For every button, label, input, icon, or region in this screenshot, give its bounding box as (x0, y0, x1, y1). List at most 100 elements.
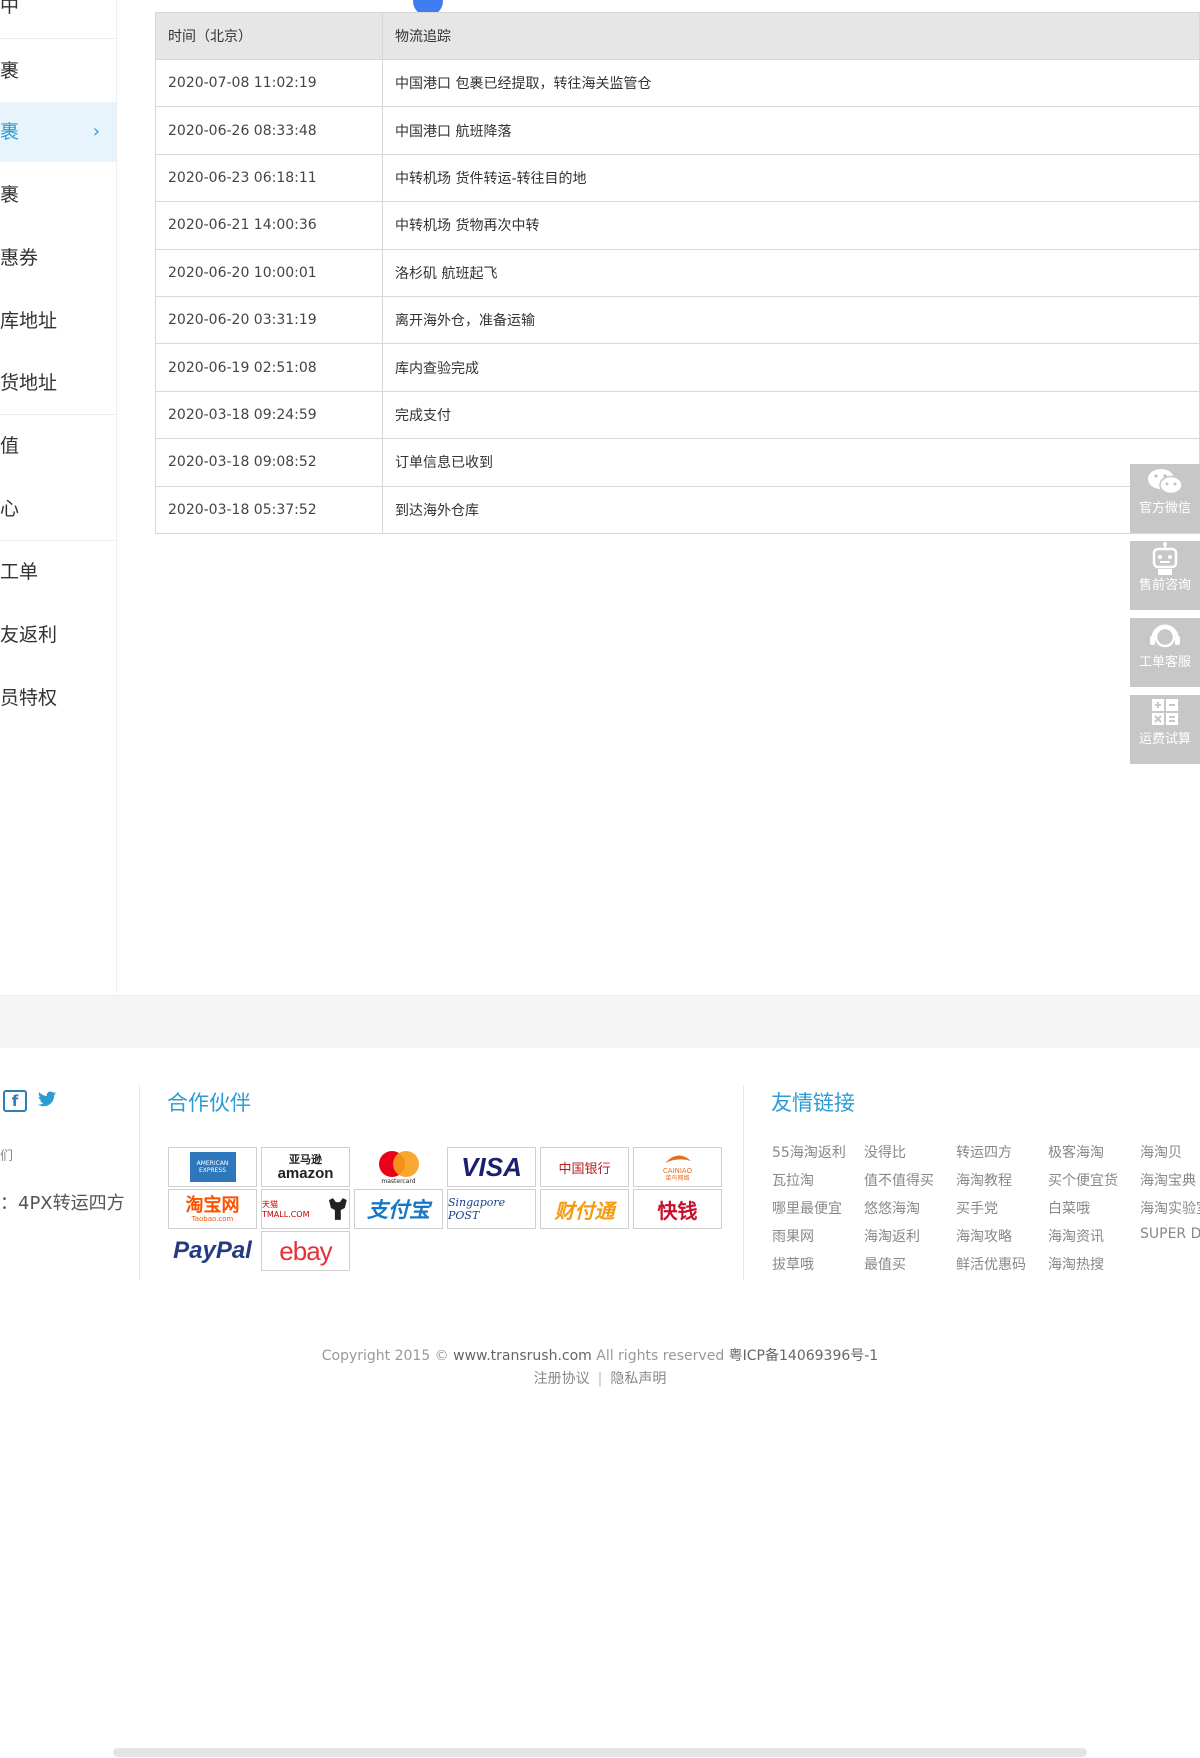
row-time: 2020-06-19 02:51:08 (155, 343, 383, 392)
friend-link[interactable]: 极客海淘 (1048, 1142, 1104, 1162)
sidebar-divider (0, 414, 116, 415)
sidebar-item-label: 货地址 (0, 372, 58, 394)
friend-link[interactable]: 海淘返利 (864, 1226, 920, 1246)
copyright-site-link[interactable]: www.transrush.com (453, 1348, 592, 1364)
row-time: 2020-03-18 09:24:59 (155, 390, 383, 440)
column-header-time: 时间（北京） (155, 12, 383, 60)
icp-number[interactable]: 粤ICP备14069396号-1 (729, 1348, 879, 1364)
table-row: 2020-06-23 06:18:11 中转机场 货件转运-转往目的地 (155, 153, 1200, 203)
row-status: 中国港口 航班降落 (382, 106, 1200, 155)
twitter-icon[interactable] (38, 1091, 56, 1107)
visa-logo[interactable]: VISA (447, 1147, 536, 1187)
friend-link[interactable]: 55海淘返利 (772, 1142, 846, 1162)
horizontal-scrollbar[interactable] (113, 1748, 1087, 1757)
tool-label: 工单客服 (1138, 655, 1191, 670)
sidebar-item-0[interactable]: 中 (0, 0, 116, 36)
amazon-logo[interactable]: 亚马逊 amazon (261, 1147, 350, 1187)
row-status: 中国港口 包裹已经提取，转往海关监管仓 (382, 58, 1200, 108)
friend-link[interactable]: 鲜活优惠码 (956, 1254, 1026, 1274)
legal-links: 注册协议 | 隐私声明 (0, 1368, 1200, 1388)
sidebar-item-label: 裹 (0, 184, 20, 206)
sidebar-item-8[interactable]: 心 (0, 479, 116, 539)
alipay-logo[interactable]: 支付宝 (354, 1189, 443, 1229)
sidebar-item-4[interactable]: 惠券 (0, 228, 116, 288)
friend-link[interactable]: 没得比 (864, 1142, 906, 1162)
row-status: 到达海外仓库 (382, 485, 1200, 534)
row-status: 中转机场 货物再次中转 (382, 201, 1200, 250)
friend-link[interactable]: SUPER D (1140, 1226, 1200, 1242)
sidebar-item-2-active[interactable]: 裹 › (0, 102, 116, 162)
friend-link[interactable]: 海淘攻略 (956, 1226, 1012, 1246)
row-time: 2020-03-18 09:08:52 (155, 438, 383, 487)
friend-links-grid: 55海淘返利 没得比 转运四方 极客海淘 海淘贝 瓦拉淘 值不值得买 海淘教程 … (772, 1142, 1200, 1287)
friend-link[interactable]: 雨果网 (772, 1226, 814, 1246)
friend-link[interactable]: 买个便宜货 (1048, 1170, 1118, 1190)
sidebar-item-label: 惠券 (0, 247, 39, 269)
shipping-calculator-button[interactable]: 运费试算 (1130, 695, 1200, 764)
taobao-en-text: Taobao.com (191, 1214, 234, 1223)
friend-link[interactable]: 转运四方 (956, 1142, 1012, 1162)
friend-link[interactable]: 海淘贝 (1140, 1142, 1182, 1162)
sidebar-item-label: 裹 (0, 121, 20, 143)
row-status: 洛杉矶 航班起飞 (382, 248, 1200, 297)
footer-about-text: 们 (0, 1149, 14, 1164)
singpost-logo[interactable]: Singapore POST (447, 1189, 536, 1229)
mastercard-text: mastercard (381, 1177, 416, 1185)
sidebar-item-3[interactable]: 裹 (0, 165, 116, 225)
sidebar-item-11[interactable]: 员特权 (0, 668, 116, 728)
sidebar-item-10[interactable]: 友返利 (0, 605, 116, 665)
sidebar-item-6[interactable]: 货地址 (0, 353, 116, 413)
sidebar-item-label: 库地址 (0, 310, 58, 332)
facebook-icon[interactable]: f (3, 1090, 27, 1112)
sidebar-divider (0, 540, 116, 541)
ebay-logo[interactable]: ebay (261, 1231, 350, 1271)
presale-consult-button[interactable]: 售前咨询 (1130, 541, 1200, 610)
friend-link[interactable]: 悠悠海淘 (864, 1198, 920, 1218)
friend-link[interactable]: 白菜哦 (1048, 1198, 1090, 1218)
row-time: 2020-03-18 05:37:52 (155, 485, 383, 534)
friend-link[interactable]: 哪里最便宜 (772, 1198, 842, 1218)
friend-link[interactable]: 值不值得买 (864, 1170, 934, 1190)
table-row: 2020-06-19 02:51:08 库内查验完成 (155, 343, 1200, 392)
amex-logo[interactable]: AMERICAN EXPRESS (168, 1147, 257, 1187)
legal-separator: | (597, 1371, 603, 1387)
terms-link[interactable]: 注册协议 (534, 1371, 590, 1387)
sidebar-item-1[interactable]: 裹 (0, 41, 116, 101)
99bill-logo[interactable]: 快钱 (633, 1189, 722, 1229)
mastercard-logo[interactable]: mastercard (354, 1147, 443, 1187)
table-row: 2020-03-18 09:24:59 完成支付 (155, 390, 1200, 440)
table-row: 2020-06-20 03:31:19 离开海外仓，准备运输 (155, 295, 1200, 345)
tool-label: 官方微信 (1138, 501, 1191, 516)
tmall-logo[interactable]: 天猫 TMALL.COM (261, 1189, 350, 1229)
tenpay-logo[interactable]: 财付通 (540, 1189, 629, 1229)
paypal-logo[interactable]: PayPal (168, 1231, 257, 1271)
sidebar-item-5[interactable]: 库地址 (0, 291, 116, 351)
table-row: 2020-06-20 10:00:01 洛杉矶 航班起飞 (155, 248, 1200, 297)
wechat-button[interactable]: 官方微信 (1130, 464, 1200, 533)
tenpay-text: 财付通 (554, 1198, 615, 1223)
sidebar-item-9[interactable]: 工单 (0, 542, 116, 602)
privacy-link[interactable]: 隐私声明 (610, 1371, 666, 1387)
friend-link[interactable]: 最值买 (864, 1254, 906, 1274)
sidebar-item-7[interactable]: 值 (0, 416, 116, 476)
paypal-text: PayPal (173, 1237, 252, 1264)
friend-link[interactable]: 海淘实验室 (1140, 1198, 1200, 1218)
friend-link[interactable]: 海淘热搜 (1048, 1254, 1104, 1274)
sidebar-item-label: 工单 (0, 561, 39, 583)
alipay-text: 支付宝 (367, 1198, 430, 1222)
visa-text: VISA (461, 1151, 522, 1182)
friend-link[interactable]: 海淘资讯 (1048, 1226, 1104, 1246)
99bill-text: 快钱 (657, 1198, 698, 1223)
ebay-text: ebay (279, 1235, 332, 1266)
cainiao-logo[interactable]: CAINIAO 菜鸟网络 (633, 1147, 722, 1187)
friend-link[interactable]: 海淘教程 (956, 1170, 1012, 1190)
friend-link[interactable]: 拔草哦 (772, 1254, 814, 1274)
friend-link[interactable]: 瓦拉淘 (772, 1170, 814, 1190)
ticket-service-button[interactable]: 工单客服 (1130, 618, 1200, 687)
table-header-row: 时间（北京） 物流追踪 (155, 12, 1200, 60)
taobao-logo[interactable]: 淘宝网 Taobao.com (168, 1189, 257, 1229)
row-status: 完成支付 (382, 390, 1200, 440)
bank-of-china-logo[interactable]: 中国银行 (540, 1147, 629, 1187)
friend-link[interactable]: 海淘宝典 (1140, 1170, 1196, 1190)
friend-link[interactable]: 买手党 (956, 1198, 998, 1218)
